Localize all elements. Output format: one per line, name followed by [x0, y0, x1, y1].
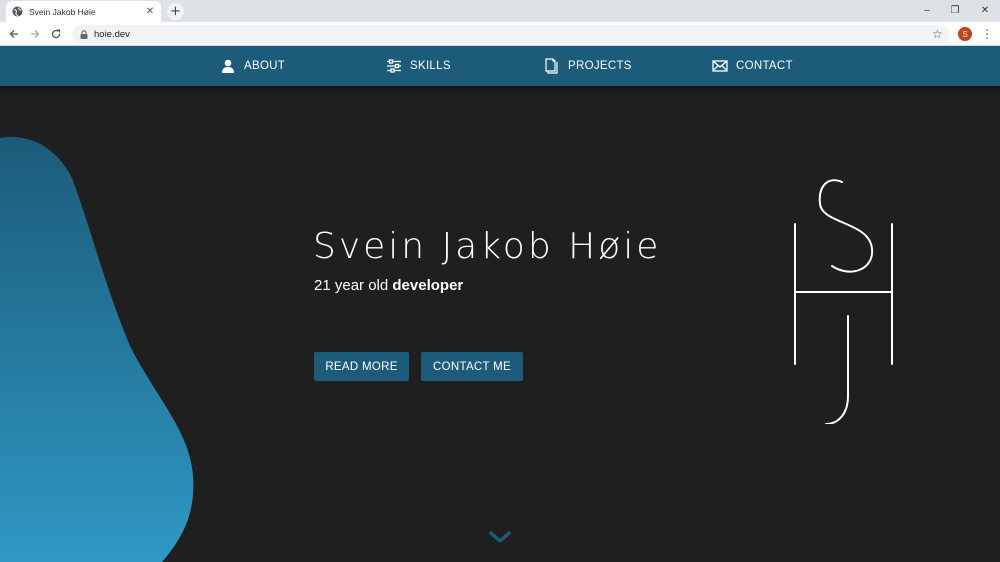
- nav-contact-label: CONTACT: [736, 60, 793, 72]
- new-tab-button[interactable]: +: [167, 3, 184, 20]
- forward-icon[interactable]: [26, 25, 44, 43]
- window-close-button[interactable]: ✕: [970, 0, 1000, 20]
- document-icon: [544, 58, 560, 74]
- browser-tab[interactable]: Svein Jakob Høie ✕: [6, 1, 161, 22]
- nav-contact[interactable]: CONTACT: [712, 46, 793, 86]
- reload-icon[interactable]: [47, 25, 65, 43]
- browser-menu-icon[interactable]: ⋮: [981, 27, 993, 41]
- nav-skills-label: SKILLS: [410, 60, 451, 72]
- envelope-icon: [712, 58, 728, 74]
- profile-avatar[interactable]: S: [958, 27, 972, 41]
- lock-icon: [80, 30, 88, 39]
- monogram-logo: [794, 179, 893, 424]
- back-icon[interactable]: [5, 25, 23, 43]
- bookmark-star-icon[interactable]: ☆: [932, 27, 943, 41]
- url-text: hoie.dev: [94, 29, 130, 40]
- site-navbar: ABOUT SKILLS PROJECTS CONTACT: [0, 46, 1000, 86]
- globe-icon: [12, 6, 23, 17]
- hero-subtitle: 21 year old developer: [314, 277, 463, 294]
- chevron-down-icon[interactable]: [488, 530, 512, 544]
- restore-button[interactable]: ❐: [940, 0, 970, 20]
- minimize-button[interactable]: –: [912, 0, 942, 20]
- nav-projects[interactable]: PROJECTS: [544, 46, 632, 86]
- nav-about-label: ABOUT: [244, 60, 286, 72]
- sliders-icon: [386, 58, 402, 74]
- read-more-button[interactable]: READ MORE: [314, 352, 409, 381]
- nav-projects-label: PROJECTS: [568, 60, 632, 72]
- contact-me-button[interactable]: CONTACT ME: [421, 352, 523, 381]
- user-icon: [220, 58, 236, 74]
- address-bar[interactable]: hoie.dev: [72, 25, 950, 44]
- decorative-blob: [0, 136, 194, 562]
- hero-subtitle-prefix: 21 year old: [314, 277, 393, 294]
- hero-subtitle-emphasis: developer: [392, 277, 464, 294]
- hero-section: Svein Jakob Høie 21 year old developer R…: [0, 86, 1000, 562]
- nav-about[interactable]: ABOUT: [220, 46, 285, 86]
- browser-toolbar: hoie.dev ☆ S ⋮: [0, 22, 1000, 46]
- tab-close-icon[interactable]: ✕: [145, 6, 155, 17]
- nav-skills[interactable]: SKILLS: [386, 46, 451, 86]
- tab-title: Svein Jakob Høie: [29, 6, 96, 17]
- browser-tab-strip: Svein Jakob Høie ✕ + – ❐ ✕: [0, 0, 1000, 22]
- hero-title: Svein Jakob Høie: [313, 226, 662, 267]
